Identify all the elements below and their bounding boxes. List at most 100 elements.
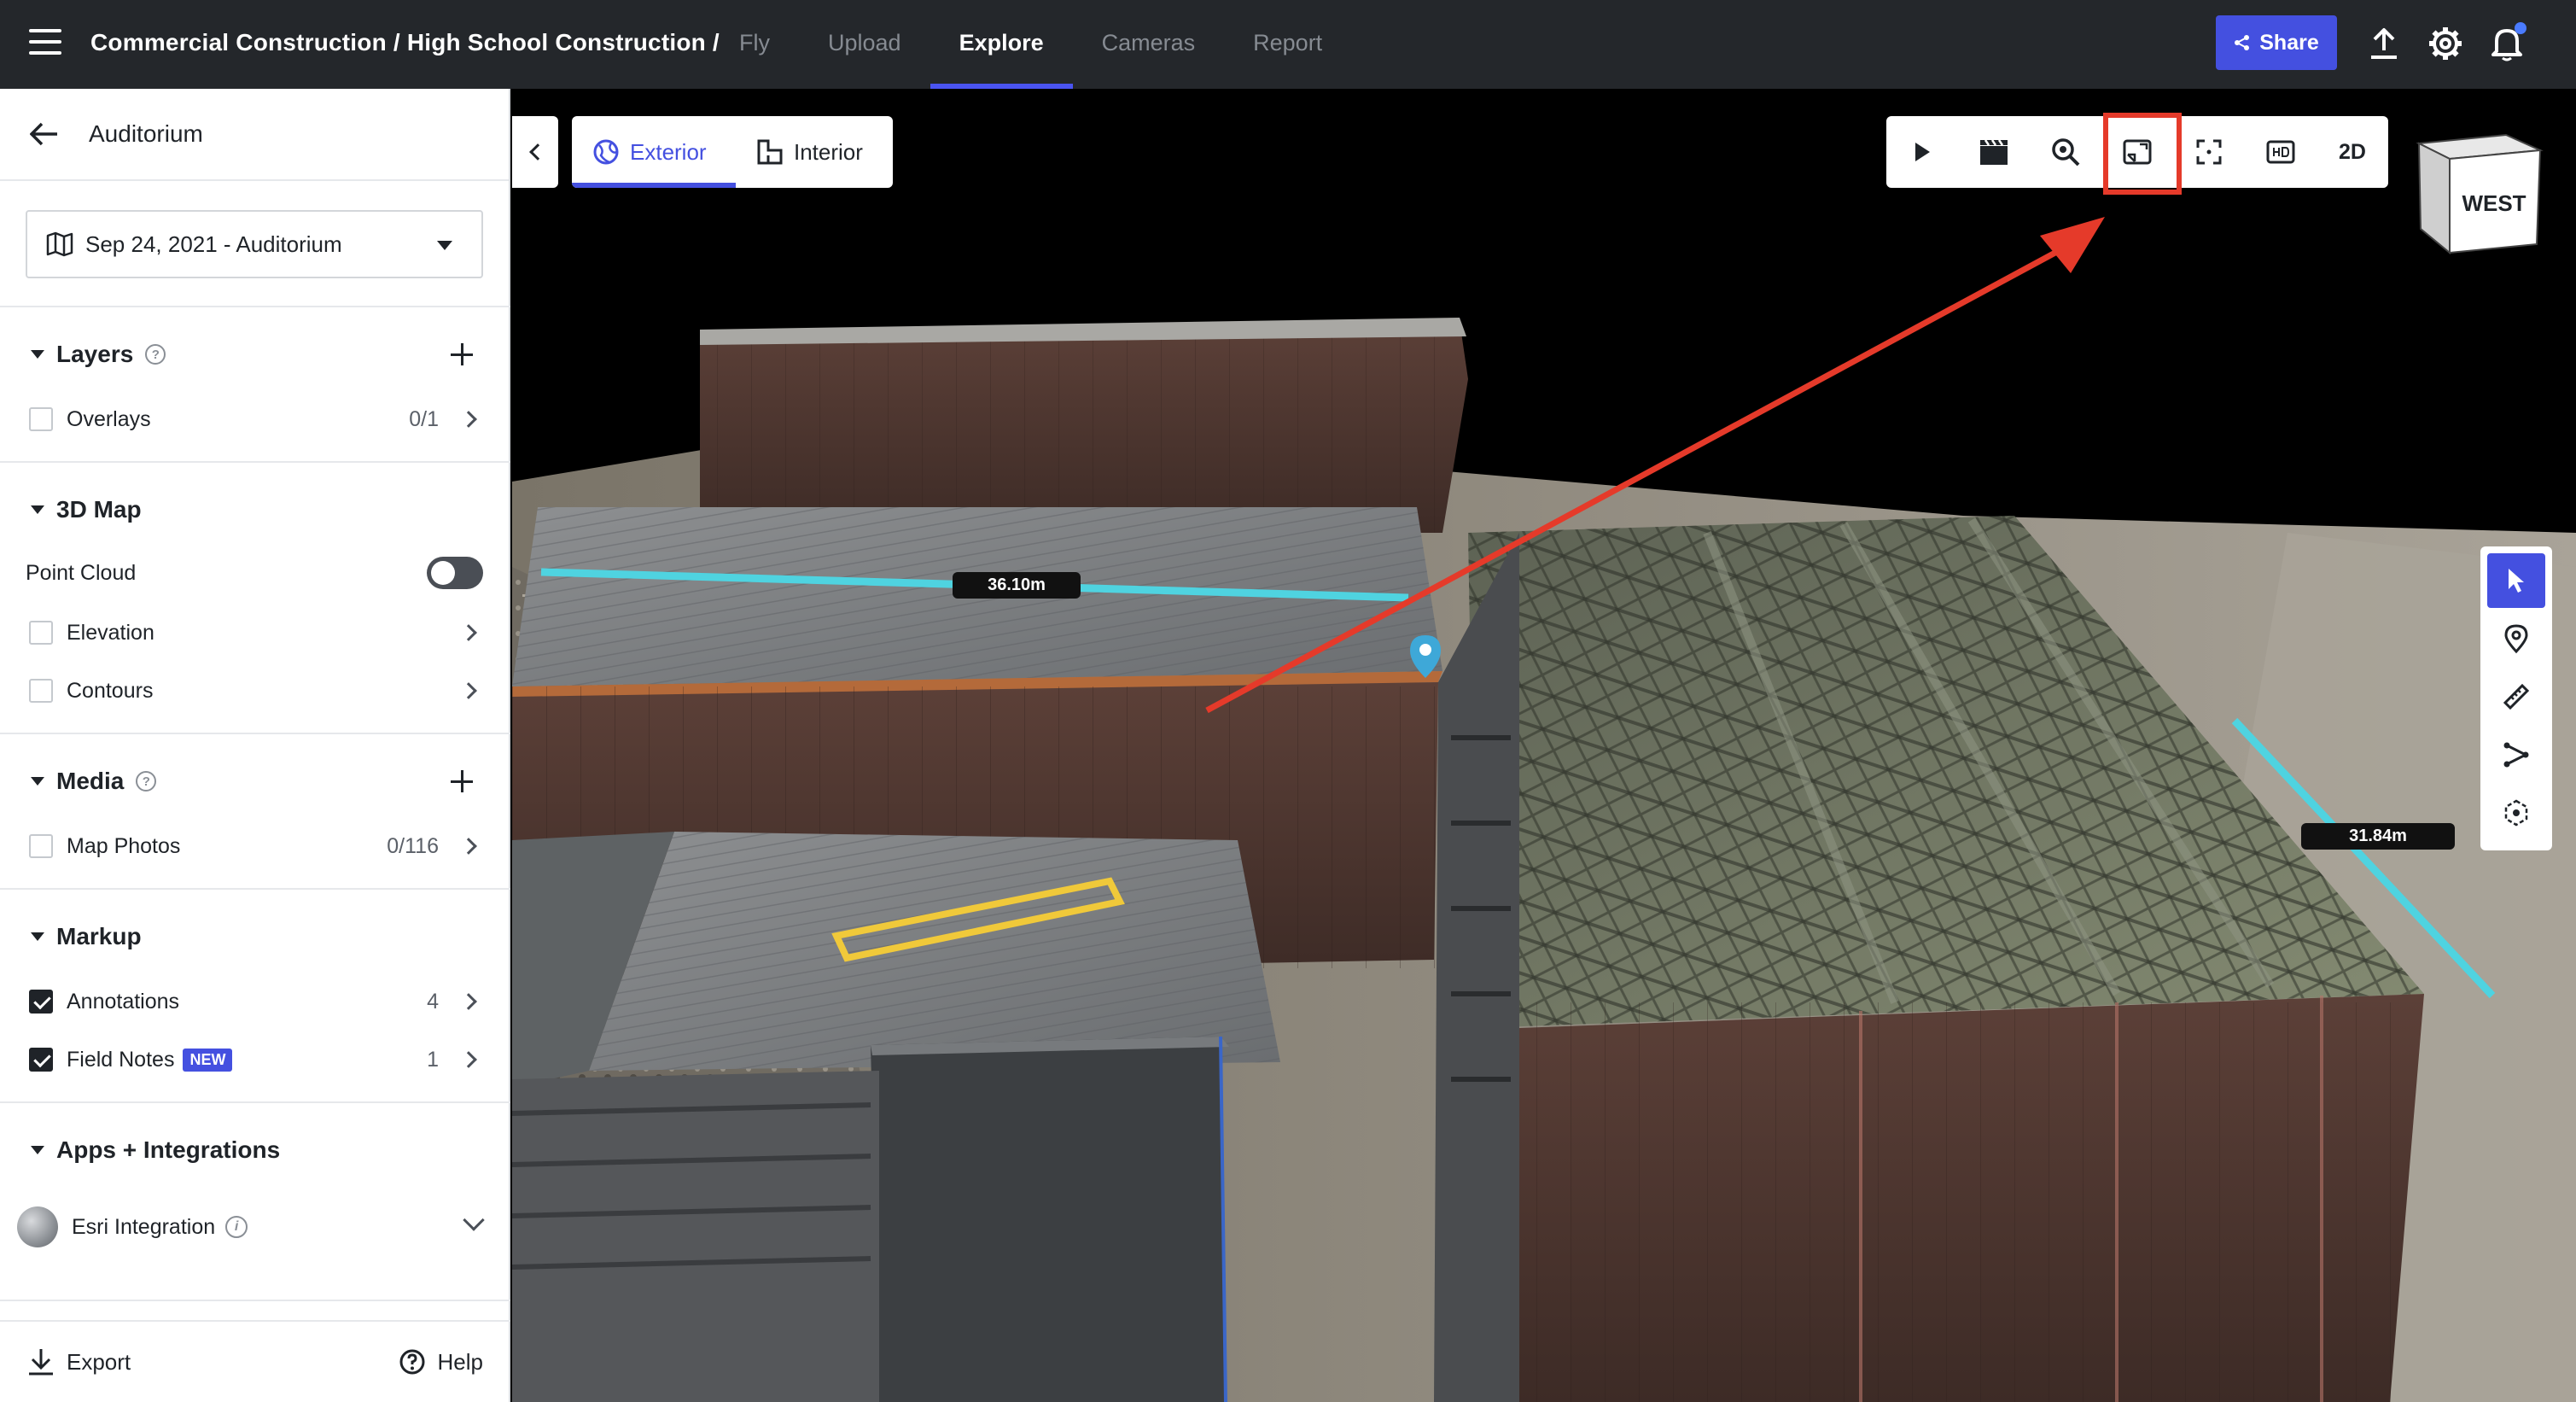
- fullscreen-icon[interactable]: [2173, 116, 2245, 188]
- list-item-annotations[interactable]: Annotations 4: [0, 980, 510, 1023]
- zoom-icon[interactable]: [2030, 116, 2101, 188]
- date-select[interactable]: Sep 24, 2021 - Auditorium: [26, 210, 483, 278]
- point-cloud-row: Point Cloud: [0, 552, 510, 594]
- divider: [0, 888, 510, 890]
- collapse-triangle-icon[interactable]: [31, 350, 44, 359]
- download-icon: [29, 1349, 53, 1376]
- gear-icon[interactable]: [2424, 22, 2467, 65]
- exterior-interior-switch: Exterior Interior: [572, 116, 893, 188]
- list-item-overlays[interactable]: Overlays 0/1: [0, 398, 510, 441]
- collapse-triangle-icon[interactable]: [31, 777, 44, 786]
- tab-upload[interactable]: Upload: [799, 0, 930, 89]
- view-2d-button[interactable]: 2D: [2317, 116, 2388, 188]
- help-icon[interactable]: ?: [145, 344, 166, 365]
- compass-cube[interactable]: WEST: [2412, 128, 2545, 256]
- map-viewport[interactable]: 36.10m 31.84m: [512, 89, 2576, 1402]
- tab-explore[interactable]: Explore: [930, 0, 1073, 89]
- help-icon[interactable]: ?: [136, 771, 157, 792]
- collapse-triangle-icon[interactable]: [31, 1146, 44, 1154]
- tab-cameras[interactable]: Cameras: [1073, 0, 1225, 89]
- chevron-right-icon[interactable]: [460, 993, 477, 1010]
- tab-fly[interactable]: Fly: [710, 0, 799, 89]
- share-nodes-icon: [2235, 35, 2250, 50]
- help-button[interactable]: Help: [399, 1348, 483, 1376]
- row-count: 1: [427, 1047, 439, 1072]
- point-cloud-toggle[interactable]: [427, 557, 483, 589]
- row-count: 4: [427, 989, 439, 1014]
- section-label: 3D Map: [56, 496, 142, 523]
- info-icon[interactable]: i: [225, 1216, 248, 1238]
- sidebar-title: Auditorium: [89, 120, 203, 147]
- menu-icon[interactable]: [29, 29, 61, 55]
- right-toolbar: [2480, 546, 2552, 850]
- section-3d-map: 3D Map: [0, 488, 510, 531]
- list-item-contours[interactable]: Contours: [0, 669, 510, 712]
- share-button[interactable]: Share: [2216, 15, 2337, 70]
- path-icon[interactable]: [2487, 727, 2545, 782]
- collapse-triangle-icon[interactable]: [31, 505, 44, 514]
- section-markup: Markup: [0, 915, 510, 958]
- interior-label: Interior: [794, 138, 863, 165]
- checkbox-checked[interactable]: [29, 990, 53, 1014]
- section-label: Markup: [56, 923, 142, 949]
- checkbox-checked[interactable]: [29, 1048, 53, 1072]
- construction-3d-model[interactable]: [512, 89, 2576, 1402]
- checkbox[interactable]: [29, 679, 53, 703]
- export-button[interactable]: Export: [27, 1347, 131, 1376]
- bell-icon[interactable]: [2486, 22, 2528, 65]
- row-label: Point Cloud: [26, 560, 137, 585]
- divider: [0, 461, 510, 463]
- row-label: Contours: [67, 678, 154, 703]
- divider: [0, 733, 510, 734]
- ruler-icon[interactable]: [2487, 669, 2545, 724]
- list-item-field-notes[interactable]: Field Notes NEW 1: [0, 1038, 510, 1081]
- chevron-right-icon[interactable]: [460, 411, 477, 428]
- date-select-value: Sep 24, 2021 - Auditorium: [85, 231, 342, 257]
- add-layer-icon[interactable]: [447, 340, 476, 369]
- tab-report[interactable]: Report: [1224, 0, 1351, 89]
- new-badge: NEW: [183, 1048, 233, 1072]
- sidebar: Auditorium Sep 24, 2021 - Auditorium Lay…: [0, 89, 510, 1402]
- chevron-right-icon[interactable]: [460, 1051, 477, 1068]
- divider: [0, 1300, 510, 1301]
- measurement-label[interactable]: 36.10m: [953, 572, 1081, 599]
- help-circle-icon: [399, 1349, 425, 1375]
- collapse-sidebar-button[interactable]: [512, 116, 558, 188]
- hd-icon[interactable]: [2245, 116, 2317, 188]
- upload-icon[interactable]: [2363, 22, 2405, 65]
- share-label: Share: [2259, 30, 2319, 55]
- location-pin-icon[interactable]: [2487, 611, 2545, 666]
- breadcrumb[interactable]: Commercial Construction / High School Co…: [90, 0, 720, 89]
- view-toolbar: 2D: [1886, 116, 2388, 188]
- section-media: Media ?: [0, 760, 510, 803]
- esri-integration-row[interactable]: Esri Integration i: [0, 1206, 510, 1248]
- list-item-elevation[interactable]: Elevation: [0, 611, 510, 654]
- chevron-right-icon[interactable]: [460, 838, 477, 855]
- play-icon[interactable]: [1886, 116, 1958, 188]
- exterior-mode-button[interactable]: Exterior: [572, 116, 736, 188]
- volume-icon[interactable]: [2487, 786, 2545, 840]
- measurement-label[interactable]: 31.84m: [2301, 823, 2455, 850]
- add-media-icon[interactable]: [447, 767, 476, 796]
- row-label: Elevation: [67, 620, 154, 645]
- clapperboard-icon[interactable]: [1958, 116, 2030, 188]
- checkbox[interactable]: [29, 621, 53, 645]
- list-item-map-photos[interactable]: Map Photos 0/116: [0, 825, 510, 867]
- chevron-right-icon[interactable]: [460, 682, 477, 699]
- section-label: Apps + Integrations: [56, 1136, 281, 1163]
- pointer-icon[interactable]: [2487, 553, 2545, 608]
- row-label: Map Photos: [67, 833, 181, 858]
- section-layers: Layers ?: [0, 333, 510, 376]
- back-arrow-icon[interactable]: [27, 117, 61, 151]
- chevron-left-icon: [529, 143, 546, 161]
- picture-in-picture-icon[interactable]: [2101, 116, 2173, 188]
- section-apps-integrations: Apps + Integrations: [0, 1129, 510, 1171]
- interior-mode-button[interactable]: Interior: [736, 116, 893, 188]
- checkbox[interactable]: [29, 834, 53, 858]
- chevron-down-icon[interactable]: [463, 1209, 485, 1231]
- collapse-triangle-icon[interactable]: [31, 932, 44, 941]
- chevron-right-icon[interactable]: [460, 624, 477, 641]
- export-label: Export: [67, 1348, 131, 1375]
- checkbox[interactable]: [29, 407, 53, 431]
- floorplan-icon: [757, 139, 783, 165]
